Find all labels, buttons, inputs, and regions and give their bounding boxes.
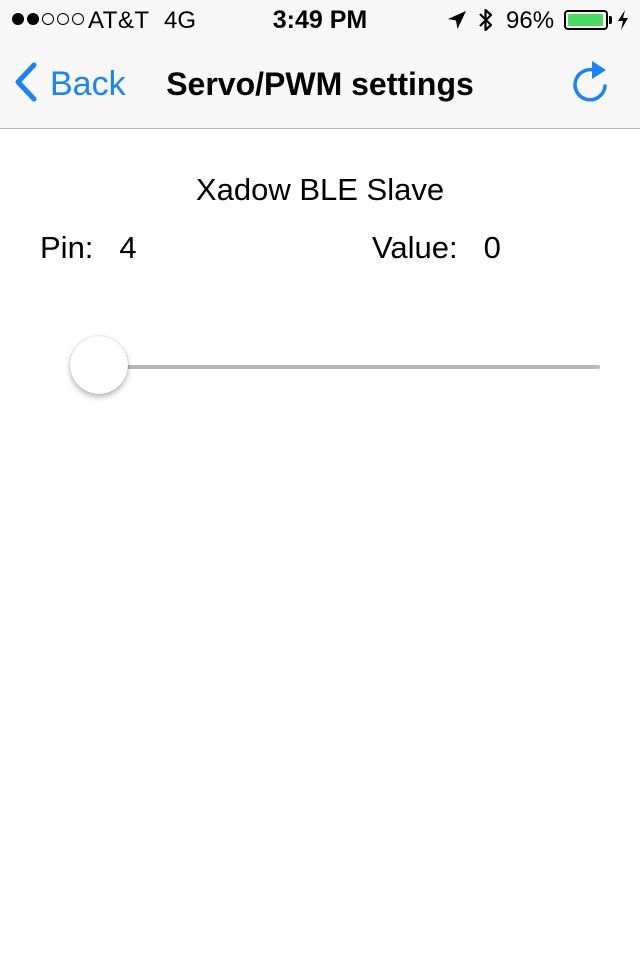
top-bar: AT&T 4G 3:49 PM 96% Back Servo/PWM setti… xyxy=(0,0,640,129)
pin-readout: Pin: 4 xyxy=(40,230,137,266)
value-value: 0 xyxy=(483,230,501,265)
slider-thumb[interactable] xyxy=(70,336,128,394)
refresh-icon xyxy=(573,61,607,102)
slider-track[interactable] xyxy=(98,365,600,369)
location-arrow-icon xyxy=(446,9,468,36)
pwm-slider[interactable] xyxy=(70,336,600,396)
refresh-button[interactable] xyxy=(566,58,614,106)
back-button[interactable]: Back xyxy=(14,62,126,106)
battery-icon xyxy=(564,10,608,30)
back-label: Back xyxy=(50,64,126,103)
pin-label: Pin: xyxy=(40,230,94,265)
battery-tip xyxy=(609,16,612,24)
battery-fill xyxy=(568,14,603,26)
bluetooth-icon xyxy=(476,7,496,38)
page-title: Servo/PWM settings xyxy=(166,66,474,102)
device-name: Xadow BLE Slave xyxy=(195,172,445,207)
status-bar: AT&T 4G 3:49 PM 96% xyxy=(0,0,640,40)
value-label: Value: xyxy=(372,230,458,265)
charging-bolt-icon xyxy=(616,9,630,36)
chevron-left-icon xyxy=(14,62,38,107)
pin-value: 4 xyxy=(119,230,137,265)
value-readout: Value: 0 xyxy=(372,230,501,266)
battery-percent: 96% xyxy=(506,7,555,34)
